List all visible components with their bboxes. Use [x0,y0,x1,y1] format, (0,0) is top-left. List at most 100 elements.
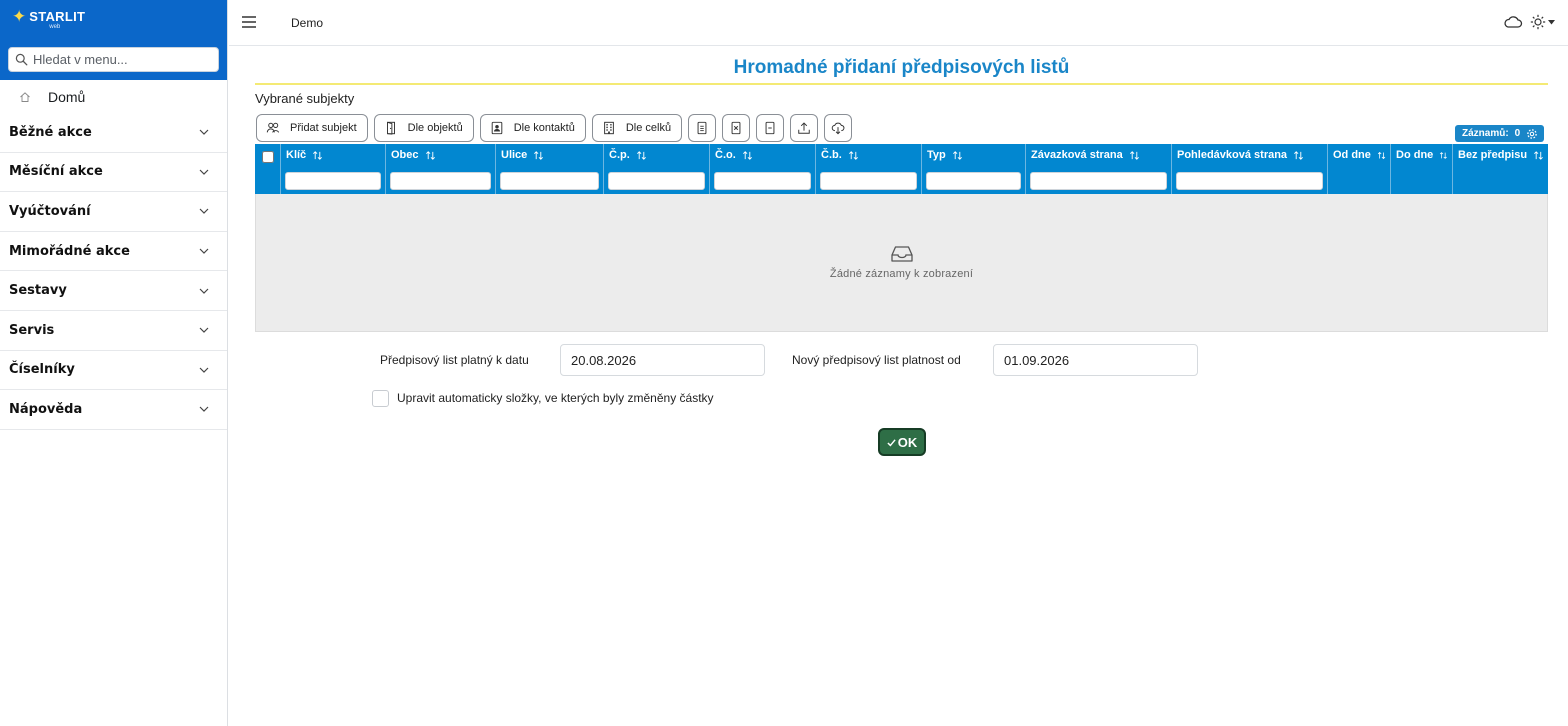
sort-icon[interactable] [848,150,859,161]
document-list-icon [697,121,707,135]
column-label: Bez předpisu [1458,149,1528,161]
empty-state-text: Žádné záznamy k zobrazení [829,268,974,280]
ok-button[interactable]: OK [878,428,926,456]
subjects-table: Klíč Obec Ulice Č.p. Č.o. Č.b. Typ Závaz… [255,144,1548,332]
sort-icon[interactable] [1439,150,1448,161]
new-valid-from-date-input[interactable] [993,344,1198,376]
column-pohledavkova-strana[interactable]: Pohledávková strana [1172,144,1328,194]
sort-icon[interactable] [636,150,647,161]
upload-button[interactable] [790,114,819,142]
sort-icon[interactable] [533,150,544,161]
filter-klic-input[interactable] [285,172,381,190]
column-cb[interactable]: Č.b. [816,144,922,194]
sort-icon[interactable] [425,150,436,161]
sort-icon[interactable] [952,150,963,161]
page-title: Hromadné přidaní předpisových listů [255,57,1548,85]
column-co[interactable]: Č.o. [710,144,816,194]
menu-search-input[interactable] [33,52,203,67]
by-contacts-label: Dle kontaktů [513,122,575,134]
sort-icon[interactable] [1533,150,1544,161]
sort-icon[interactable] [312,150,323,161]
column-cp[interactable]: Č.p. [604,144,710,194]
by-objects-label: Dle objektů [407,122,463,134]
document-list-button[interactable] [688,114,717,142]
column-obec[interactable]: Obec [386,144,496,194]
sidebar-item-home[interactable]: Domů [0,80,227,113]
select-all-checkbox[interactable] [262,151,274,163]
filter-cp-input[interactable] [608,172,705,190]
sidebar-item-home-label: Domů [48,88,86,105]
hamburger-menu-icon[interactable] [241,14,257,30]
menu-search-box [8,47,219,72]
column-do-dne[interactable]: Do dne [1391,144,1453,194]
gear-icon[interactable] [1526,128,1538,140]
filter-obec-input[interactable] [390,172,491,190]
sun-icon[interactable] [1530,14,1546,30]
filter-pohledavkova-strana-input[interactable] [1176,172,1323,190]
by-contacts-button[interactable]: Dle kontaktů [479,114,586,142]
column-label: Č.o. [715,149,736,161]
remove-all-button[interactable] [756,114,785,142]
by-objects-button[interactable]: Dle objektů [373,114,474,142]
table-body-empty: Žádné záznamy k zobrazení [255,194,1548,332]
filter-ulice-input[interactable] [500,172,599,190]
sidebar: ✦ STARLIT web Domů Běžné akce Měsíční ak… [0,0,228,726]
sort-icon[interactable] [1293,150,1304,161]
cloud-icon[interactable] [1503,14,1523,30]
column-ulice[interactable]: Ulice [496,144,604,194]
records-count-badge: Záznamů: 0 [1455,125,1544,142]
column-klic[interactable]: Klíč [281,144,386,194]
column-typ[interactable]: Typ [922,144,1026,194]
chevron-down-icon [199,407,209,413]
menu-search-area [0,40,227,80]
cloud-download-icon [831,122,845,135]
sort-icon[interactable] [1129,150,1140,161]
cloud-download-button[interactable] [824,114,853,142]
by-units-label: Dle celků [625,122,672,134]
column-label: Typ [927,149,946,161]
column-label: Od dne [1333,149,1371,161]
records-count: 0 [1514,128,1521,139]
by-units-button[interactable]: Dle celků [591,114,683,142]
table-header: Klíč Obec Ulice Č.p. Č.o. Č.b. Typ Závaz… [255,144,1548,194]
filter-co-input[interactable] [714,172,811,190]
valid-to-date-input[interactable] [560,344,765,376]
breadcrumb[interactable]: Demo [291,16,323,30]
add-subject-label: Přidat subjekt [290,122,357,134]
brand-logo[interactable]: ✦ STARLIT web [0,0,227,40]
column-label: Obec [391,149,419,161]
column-label: Klíč [286,149,307,161]
chevron-down-icon [199,248,209,254]
column-bez-predpisu[interactable]: Bez předpisu [1453,144,1548,194]
sidebar-item-bezne-akce[interactable]: Běžné akce [0,113,227,153]
column-label: Pohledávková strana [1177,149,1288,161]
sidebar-item-napoveda[interactable]: Nápověda [0,390,227,430]
column-label: Ulice [501,149,528,161]
door-icon [386,121,395,135]
select-all-cell [255,144,281,194]
filter-zavazkova-strana-input[interactable] [1030,172,1167,190]
sidebar-item-vyuctovani[interactable]: Vyúčtování [0,192,227,232]
sidebar-item-ciselniky[interactable]: Číselníky [0,351,227,391]
sidebar-item-mesicni-akce[interactable]: Měsíční akce [0,153,227,193]
sidebar-item-servis[interactable]: Servis [0,311,227,351]
sort-icon[interactable] [1377,150,1386,161]
caret-down-icon[interactable] [1548,20,1555,25]
brand-sub: web [49,24,61,30]
auto-adjust-checkbox[interactable] [372,390,389,407]
document-minus-icon [765,121,775,135]
sort-icon[interactable] [742,150,753,161]
column-zavazkova-strana[interactable]: Závazková strana [1026,144,1172,194]
sidebar-item-sestavy[interactable]: Sestavy [0,271,227,311]
valid-to-label: Předpisový list platný k datu [380,353,529,367]
chevron-down-icon [199,288,209,294]
sidebar-item-label: Vyúčtování [9,203,91,219]
sidebar-item-mimoradne-akce[interactable]: Mimořádné akce [0,232,227,272]
filter-typ-input[interactable] [926,172,1021,190]
filter-cb-input[interactable] [820,172,917,190]
add-subject-button[interactable]: Přidat subjekt [256,114,368,142]
remove-selected-button[interactable] [722,114,751,142]
column-od-dne[interactable]: Od dne [1328,144,1391,194]
subject-toolbar: Přidat subjekt Dle objektů Dle kontaktů … [256,114,858,142]
chevron-down-icon [199,129,209,136]
